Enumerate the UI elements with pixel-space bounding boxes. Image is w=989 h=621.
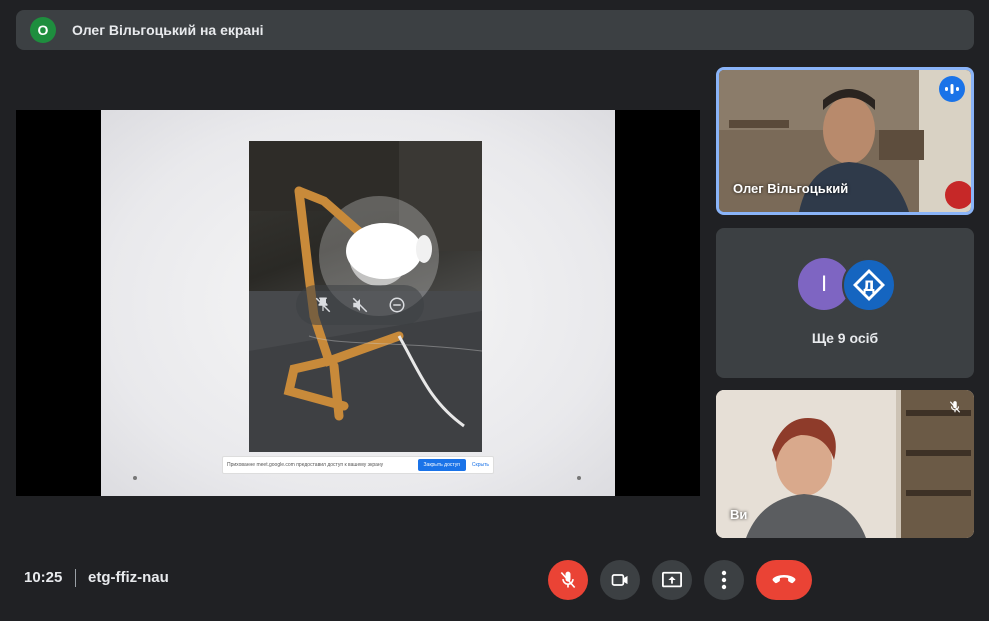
speaker-name: Олег Вільгоцький — [733, 181, 849, 196]
meeting-code[interactable]: etg-ffiz-nau — [88, 569, 169, 586]
remove-icon[interactable] — [385, 293, 409, 317]
hang-up-icon — [772, 575, 796, 584]
presenting-banner: О Олег Вільгоцький на екрані — [16, 10, 974, 50]
mic-toggle-button[interactable] — [548, 560, 588, 600]
more-avatars: І Д — [798, 258, 898, 312]
speaking-indicator-icon — [939, 76, 965, 102]
camera-icon — [611, 574, 628, 586]
present-screen-button[interactable] — [652, 560, 692, 600]
share-notice-text: Прихованне meet.google.com предоставил д… — [227, 462, 384, 468]
participant-tile-speaker[interactable]: Олег Вільгоцький — [716, 67, 974, 215]
participant-tile-more[interactable]: І Д Ще 9 осіб — [716, 228, 974, 378]
screen-share-notice: Прихованне meet.google.com предоставил д… — [222, 456, 494, 474]
camera-toggle-button[interactable] — [600, 560, 640, 600]
leave-call-button[interactable] — [756, 560, 812, 600]
unpin-icon[interactable] — [311, 293, 335, 317]
participant-tile-self[interactable]: Ви — [716, 390, 974, 538]
slide-dot-left — [133, 476, 137, 480]
presenting-banner-text: Олег Вільгоцький на екрані — [72, 22, 264, 38]
more-options-button[interactable] — [704, 560, 744, 600]
mic-off-icon — [948, 400, 962, 419]
bottom-toolbar: 10:25 etg-ffiz-nau — [0, 555, 989, 605]
mute-speaker-icon[interactable] — [348, 293, 372, 317]
meeting-time: 10:25 — [24, 569, 63, 586]
self-video — [716, 390, 974, 538]
divider — [75, 569, 76, 587]
present-screen-icon — [662, 571, 682, 588]
mic-off-icon — [560, 571, 576, 589]
stage-hover-controls — [296, 285, 424, 325]
svg-text:Д: Д — [863, 279, 875, 295]
slide-dot-right — [577, 476, 581, 480]
more-vert-icon — [721, 570, 727, 590]
self-name: Ви — [730, 507, 748, 522]
screen-share-stage: Прихованне meet.google.com предоставил д… — [16, 110, 700, 496]
more-participants-label: Ще 9 осіб — [811, 330, 879, 346]
stop-sharing-button[interactable]: Закрыть доступ — [417, 459, 466, 471]
presenter-avatar: О — [30, 17, 56, 43]
dynamo-logo-icon: Д — [842, 258, 896, 312]
hide-notice-button[interactable]: Скрыть — [472, 462, 489, 468]
